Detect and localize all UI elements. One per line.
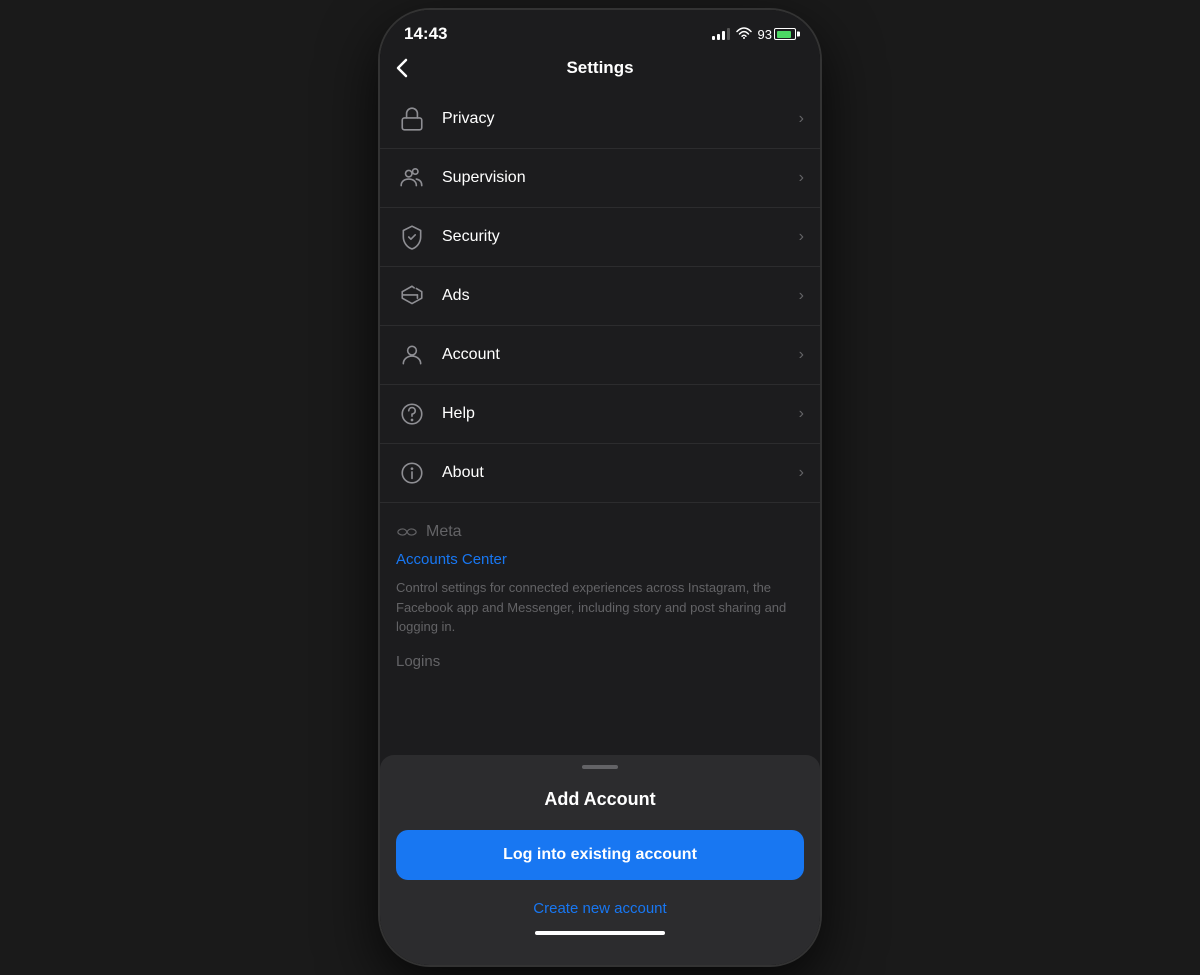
back-button[interactable] — [396, 58, 408, 78]
battery-icon: 93 — [758, 27, 796, 42]
privacy-label: Privacy — [442, 110, 799, 128]
security-chevron: › — [799, 228, 804, 246]
ads-chevron: › — [799, 287, 804, 305]
security-label: Security — [442, 228, 799, 246]
accounts-center-link[interactable]: Accounts Center — [396, 551, 804, 568]
page-title: Settings — [566, 58, 633, 78]
settings-item-about[interactable]: About › — [380, 444, 820, 503]
account-label: Account — [442, 346, 799, 364]
status-time: 14:43 — [404, 24, 447, 44]
supervision-chevron: › — [799, 169, 804, 187]
signal-icon — [712, 28, 730, 40]
settings-item-ads[interactable]: Ads › — [380, 267, 820, 326]
help-label: Help — [442, 405, 799, 423]
about-label: About — [442, 464, 799, 482]
header: Settings — [380, 50, 820, 90]
help-chevron: › — [799, 405, 804, 423]
meta-logo-icon — [396, 525, 418, 539]
status-icons: 93 — [712, 26, 796, 42]
account-chevron: › — [799, 346, 804, 364]
about-chevron: › — [799, 464, 804, 482]
settings-item-security[interactable]: Security › — [380, 208, 820, 267]
screen: 14:43 93 — [380, 10, 820, 965]
meta-section: Meta Accounts Center Control settings fo… — [380, 503, 820, 690]
about-icon — [396, 457, 428, 489]
settings-item-account[interactable]: Account › — [380, 326, 820, 385]
bottom-sheet: Add Account Log into existing account Cr… — [380, 755, 820, 965]
create-account-link[interactable]: Create new account — [396, 894, 804, 923]
meta-logo-text: Meta — [426, 523, 462, 541]
wifi-icon — [736, 26, 752, 42]
meta-logo-row: Meta — [396, 523, 804, 541]
sheet-title: Add Account — [396, 789, 804, 810]
logins-label: Logins — [396, 653, 804, 670]
home-indicator — [535, 931, 665, 935]
privacy-chevron: › — [799, 110, 804, 128]
phone-container: 14:43 93 — [380, 10, 820, 965]
ads-icon — [396, 280, 428, 312]
privacy-icon — [396, 103, 428, 135]
help-icon — [396, 398, 428, 430]
meta-description: Control settings for connected experienc… — [396, 578, 804, 637]
ads-label: Ads — [442, 287, 799, 305]
sheet-handle — [582, 765, 618, 769]
supervision-label: Supervision — [442, 169, 799, 187]
settings-item-help[interactable]: Help › — [380, 385, 820, 444]
supervision-icon — [396, 162, 428, 194]
account-icon — [396, 339, 428, 371]
settings-item-supervision[interactable]: Supervision › — [380, 149, 820, 208]
settings-item-privacy[interactable]: Privacy › — [380, 90, 820, 149]
status-bar: 14:43 93 — [380, 10, 820, 50]
login-existing-button[interactable]: Log into existing account — [396, 830, 804, 880]
security-icon — [396, 221, 428, 253]
